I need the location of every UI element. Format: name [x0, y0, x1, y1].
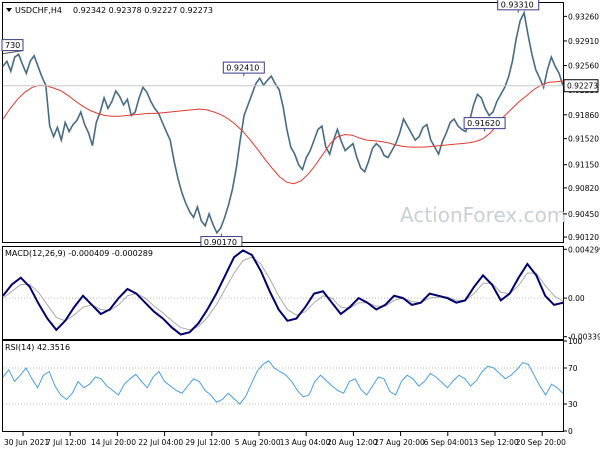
time-tick-label: 20 Sep 20:00 — [516, 438, 566, 447]
price-panel: ActionForex.com 730 0.92410 0.90170 0.93310… — [1, 0, 599, 249]
price-tick-label: 0.92560 — [568, 62, 599, 71]
watermark: ActionForex.com — [400, 203, 566, 227]
price-tick-label: 0.90820 — [568, 184, 599, 193]
macd-panel: 0.0042990.00-0.003396 MACD(12,26,9) -0.0… — [2, 245, 600, 342]
time-tick-label: 7 Jul 12:00 — [46, 438, 86, 447]
annotation-label: 0.93310 — [501, 0, 534, 9]
rsi-title: RSI(14) 42.3516 — [5, 343, 70, 352]
price-tick-label: 0.91150 — [568, 161, 599, 170]
price-tick-label: 0.92910 — [568, 37, 599, 46]
chart-window: ActionForex.com 730 0.92410 0.90170 0.93310… — [0, 0, 600, 450]
price-header: USDCHF,H4 0.92342 0.92378 0.92227 0.9227… — [6, 6, 213, 15]
price-tick-label: 0.90120 — [568, 233, 599, 242]
annotation-label: 730 — [5, 41, 20, 50]
macd-tick-label: 0.004299 — [568, 245, 600, 254]
annotation-label: 0.91620 — [467, 119, 500, 128]
rsi-tick-label: 100 — [568, 337, 583, 346]
chart-canvas: ActionForex.com 730 0.92410 0.90170 0.93310… — [1, 0, 600, 447]
current-price-label: 0.92273 — [567, 82, 598, 91]
rsi-tick-label: 30 — [568, 400, 578, 409]
time-tick-label: 29 Jul 12:00 — [185, 438, 230, 447]
price-tick-label: 0.90450 — [568, 210, 599, 219]
annotation-label: 0.90170 — [204, 238, 237, 247]
time-tick-label: 13 Aug 04:00 — [280, 438, 331, 447]
time-tick-label: 22 Jul 04:00 — [138, 438, 183, 447]
annotation-label: 0.92410 — [226, 64, 259, 73]
rsi-tick-label: 0 — [568, 427, 573, 436]
time-tick-label: 27 Aug 20:00 — [374, 438, 425, 447]
price-tick-label: 0.93260 — [568, 12, 599, 21]
price-tick-label: 0.91520 — [568, 135, 599, 144]
time-tick-label: 30 Jun 2021 — [4, 438, 49, 447]
time-tick-label: 20 Aug 12:00 — [327, 438, 378, 447]
rsi-tick-label: 70 — [568, 364, 578, 373]
time-axis: 30 Jun 20217 Jul 12:00 14 Jul 20:00 22 Jul… — [4, 432, 566, 447]
time-tick-label: 5 Aug 20:00 — [235, 438, 281, 447]
symbol-label: USDCHF,H4 — [15, 6, 62, 15]
price-tick-label: 0.91860 — [568, 111, 599, 120]
time-tick-label: 6 Sep 04:00 — [424, 438, 470, 447]
macd-tick-label: 0.00 — [568, 294, 585, 303]
macd-panel-frame — [2, 246, 564, 340]
macd-title: MACD(12,26,9) -0.000409 -0.000289 — [5, 249, 153, 258]
ohlc-label: 0.92342 0.92378 0.92227 0.92273 — [73, 6, 213, 15]
time-tick-label: 14 Jul 20:00 — [91, 438, 136, 447]
time-tick-label: 13 Sep 12:00 — [469, 438, 519, 447]
rsi-panel: 100 70 30 0 RSI(14) 42.3516 — [2, 337, 583, 436]
